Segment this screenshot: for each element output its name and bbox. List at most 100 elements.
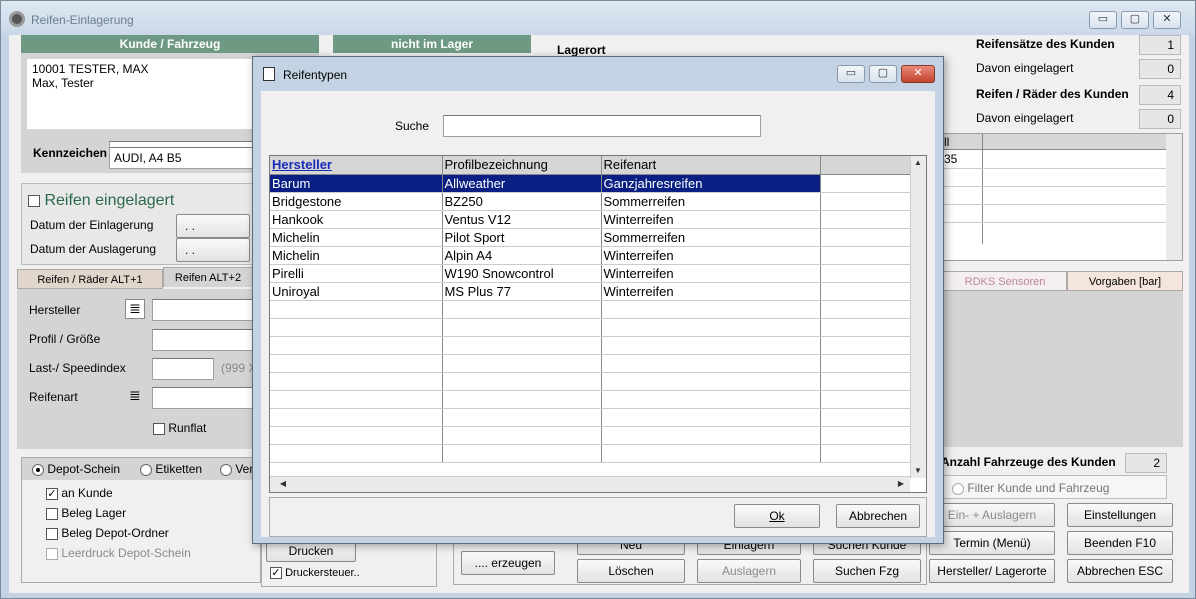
- table-row-empty[interactable]: [270, 390, 912, 409]
- table-row[interactable]: Michelin Alpin A4 Winterreifen: [270, 246, 912, 265]
- table-cell: [601, 426, 821, 445]
- table-row[interactable]: Pirelli W190 Snowcontrol Winterreifen: [270, 264, 912, 283]
- drucker-checkbox[interactable]: ✓: [270, 567, 282, 580]
- tire-form-panel: Hersteller ≣ Profil / Größe Last-/ Speed…: [17, 289, 262, 449]
- an-kunde-checkbox[interactable]: ✓: [46, 487, 58, 500]
- table-row-empty[interactable]: [270, 318, 912, 337]
- ok-button[interactable]: Ok: [734, 504, 820, 528]
- manufacturer-storage-button[interactable]: Hersteller/ Lagerorte: [929, 559, 1055, 583]
- cancel-button[interactable]: Abbrechen: [836, 504, 920, 528]
- table-cell: [442, 300, 602, 319]
- close-button[interactable]: ✕: [1153, 11, 1181, 29]
- beleg-lager-option[interactable]: Beleg Lager: [46, 506, 126, 520]
- leerdruck-checkbox[interactable]: [46, 547, 58, 560]
- scroll-right-icon[interactable]: ▶: [894, 477, 908, 491]
- runflat-checkbox[interactable]: [153, 422, 165, 435]
- table-row[interactable]: Hankook Ventus V12 Winterreifen: [270, 210, 912, 229]
- table-cell: Sommerreifen: [601, 228, 821, 247]
- ver-radio[interactable]: Ver: [220, 462, 253, 476]
- manufacturer-field[interactable]: [152, 299, 262, 321]
- table-cell: [820, 336, 912, 355]
- dialog-maximize-button[interactable]: ▢: [869, 65, 897, 83]
- scroll-down-icon[interactable]: ▼: [911, 464, 925, 478]
- drucker-option[interactable]: ✓ Druckersteuer..: [270, 567, 360, 580]
- settings-button[interactable]: Einstellungen: [1067, 503, 1173, 527]
- table-row-empty[interactable]: [270, 354, 912, 373]
- table-cell: [442, 408, 602, 427]
- column-header-manufacturer[interactable]: Hersteller: [270, 156, 443, 175]
- tab-vorgaben[interactable]: Vorgaben [bar]: [1067, 271, 1183, 291]
- table-row-empty[interactable]: [270, 408, 912, 427]
- table-cell: Allweather: [442, 174, 602, 193]
- quit-button[interactable]: Beenden F10: [1067, 531, 1173, 555]
- table-row[interactable]: Michelin Pilot Sport Sommerreifen: [270, 228, 912, 247]
- grid-vscroll[interactable]: [1166, 134, 1182, 260]
- table-row-empty[interactable]: [270, 372, 912, 391]
- filter-option[interactable]: Filter Kunde und Fahrzeug: [943, 475, 1167, 499]
- type-label: Reifenart: [29, 390, 78, 404]
- dialog-minimize-button[interactable]: ▭: [837, 65, 865, 83]
- beleg-depot-option[interactable]: Beleg Depot-Ordner: [46, 526, 169, 540]
- table-row[interactable]: Bridgestone BZ250 Sommerreifen: [270, 192, 912, 211]
- scroll-left-icon[interactable]: ◀: [276, 477, 290, 491]
- dialog-close-button[interactable]: ✕: [901, 65, 935, 83]
- minimize-button[interactable]: ▭: [1089, 11, 1117, 29]
- date-in-field[interactable]: . .: [176, 214, 250, 238]
- table-row-empty[interactable]: [270, 426, 912, 445]
- car-field[interactable]: AUDI, A4 B5: [109, 147, 255, 169]
- type-field[interactable]: [152, 387, 262, 409]
- table-hscroll[interactable]: ◀ ▶: [270, 476, 910, 492]
- table-header-row: Hersteller Profilbezeichnung Reifenart: [270, 156, 912, 175]
- profile-label: Profil / Größe: [29, 332, 101, 346]
- beleg-lager-checkbox[interactable]: [46, 507, 58, 520]
- appointment-button[interactable]: Termin (Menü): [929, 531, 1055, 555]
- generate-button[interactable]: .... erzeugen: [461, 551, 555, 575]
- tab-reifen[interactable]: Reifen ALT+2: [163, 267, 253, 287]
- runflat-option[interactable]: Runflat: [153, 421, 206, 435]
- list-icon[interactable]: ≣: [125, 299, 145, 319]
- table-row-empty[interactable]: [270, 300, 912, 319]
- table-cell: Winterreifen: [601, 246, 821, 265]
- table-row[interactable]: Barum Allweather Ganzjahresreifen: [270, 174, 912, 193]
- table-row-empty[interactable]: [270, 444, 912, 463]
- table-row[interactable]: Uniroyal MS Plus 77 Winterreifen: [270, 282, 912, 301]
- tire-types-grid[interactable]: Hersteller Profilbezeichnung Reifenart B…: [270, 156, 912, 463]
- search-input[interactable]: [443, 115, 761, 137]
- table-cell: [270, 354, 443, 373]
- an-kunde-option[interactable]: ✓ an Kunde: [46, 486, 113, 500]
- date-out-field[interactable]: . .: [176, 238, 250, 262]
- dialog-icon: [263, 67, 275, 81]
- table-cell: [820, 192, 912, 211]
- stored-title[interactable]: Reifen eingelagert: [28, 192, 174, 210]
- tire-set-grid[interactable]: ll 35: [939, 133, 1183, 261]
- tire-types-table[interactable]: Hersteller Profilbezeichnung Reifenart B…: [269, 155, 927, 493]
- retrieve-button[interactable]: Auslagern: [697, 559, 801, 583]
- list-icon[interactable]: ≣: [129, 387, 141, 404]
- depot-radio[interactable]: Depot-Schein: [32, 462, 120, 476]
- plate-label: Kennzeichen: [33, 146, 108, 160]
- table-cell: Bridgestone: [270, 192, 443, 211]
- column-header-profile[interactable]: Profilbezeichnung: [442, 156, 602, 175]
- beleg-depot-checkbox[interactable]: [46, 527, 58, 540]
- cancel-esc-button[interactable]: Abbrechen ESC: [1067, 559, 1173, 583]
- table-cell: W190 Snowcontrol: [442, 264, 602, 283]
- maximize-button[interactable]: ▢: [1121, 11, 1149, 29]
- table-row-empty[interactable]: [270, 336, 912, 355]
- customer-line1: 10001 TESTER, MAX: [32, 62, 149, 76]
- labels-radio[interactable]: Etiketten: [140, 462, 202, 476]
- scroll-up-icon[interactable]: ▲: [911, 156, 925, 170]
- load-field[interactable]: [152, 358, 214, 380]
- profile-field[interactable]: [152, 329, 262, 351]
- print-options-panel: Depot-Schein Etiketten Ver ✓ an Kunde Be…: [21, 457, 261, 583]
- delete-button[interactable]: Löschen: [577, 559, 685, 583]
- column-header-type[interactable]: Reifenart: [601, 156, 821, 175]
- tab-reifen-raeder[interactable]: Reifen / Räder ALT+1: [17, 269, 163, 289]
- table-vscroll[interactable]: ▲ ▼: [910, 156, 926, 478]
- tab-rdks[interactable]: RDKS Sensoren: [943, 271, 1067, 291]
- leerdruck-option[interactable]: Leerdruck Depot-Schein: [46, 546, 191, 560]
- search-vehicle-button[interactable]: Suchen Fzg: [813, 559, 921, 583]
- in-out-button[interactable]: Ein- + Auslagern: [929, 503, 1055, 527]
- table-cell: [601, 300, 821, 319]
- table-cell: Alpin A4: [442, 246, 602, 265]
- stored-checkbox[interactable]: [28, 194, 40, 207]
